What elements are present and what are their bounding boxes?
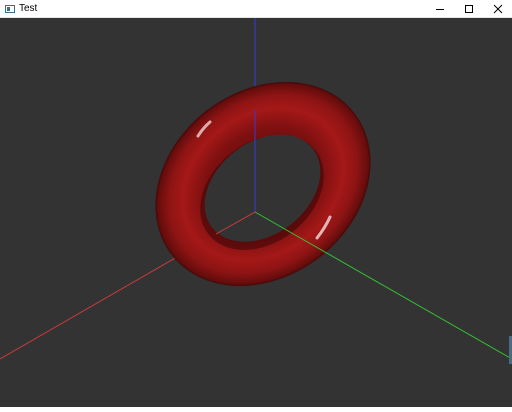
window-controls xyxy=(425,0,512,18)
close-button[interactable] xyxy=(483,0,512,18)
close-icon xyxy=(493,4,502,13)
maximize-button[interactable] xyxy=(454,0,483,18)
window-title: Test xyxy=(19,2,38,14)
minimize-icon xyxy=(435,8,444,10)
scene-canvas xyxy=(0,18,512,360)
y-axis-line xyxy=(254,211,512,360)
maximize-icon xyxy=(464,4,473,13)
title-bar[interactable]: Test xyxy=(0,0,512,18)
minimize-button[interactable] xyxy=(425,0,454,18)
app-window: Test xyxy=(0,0,512,407)
app-icon xyxy=(5,4,15,13)
3d-viewport[interactable] xyxy=(0,18,512,407)
torus-model xyxy=(155,81,371,287)
